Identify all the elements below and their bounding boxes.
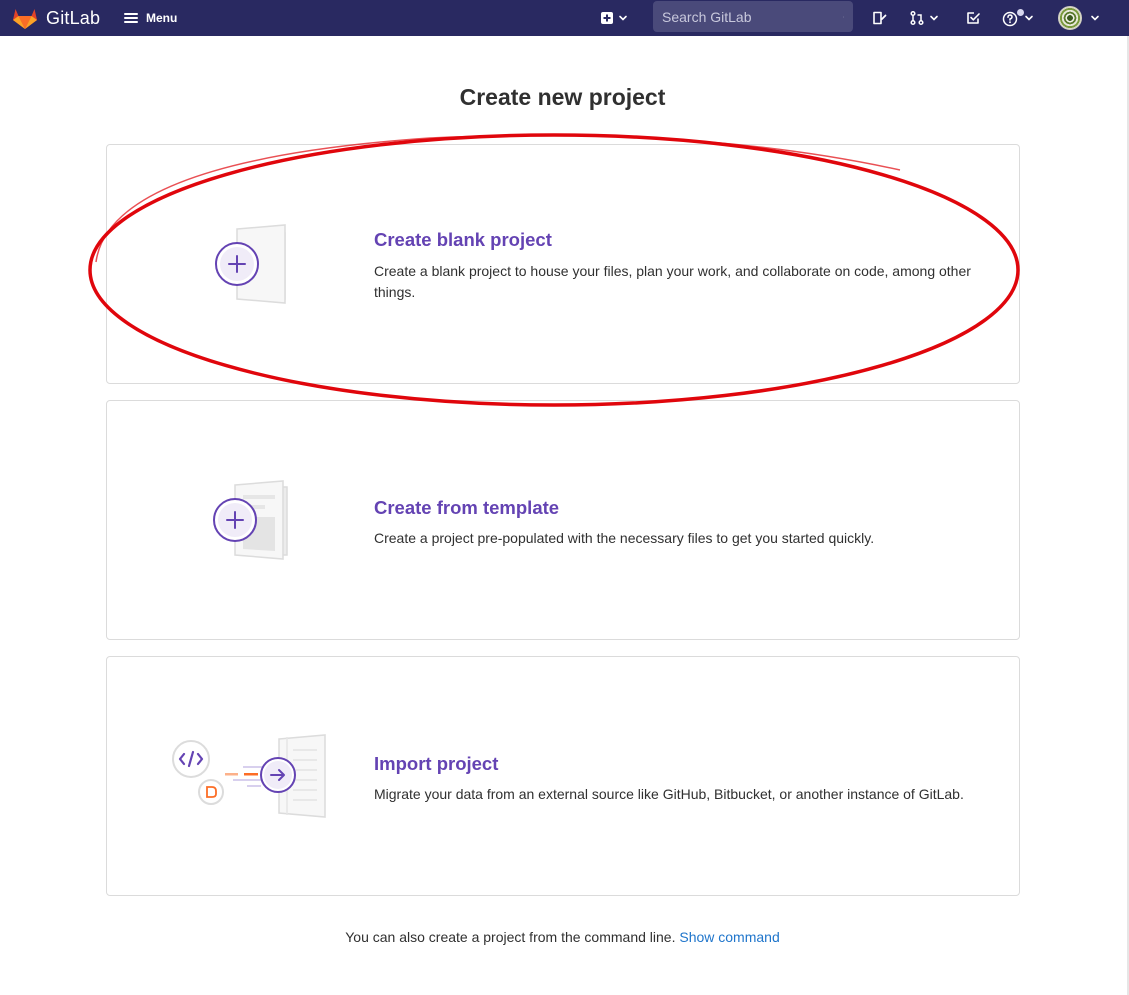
brand-name: GitLab xyxy=(46,7,101,28)
chevron-down-icon xyxy=(930,15,938,21)
chevron-down-icon xyxy=(1025,15,1033,21)
notification-dot xyxy=(1017,9,1024,16)
new-dropdown-button[interactable] xyxy=(600,6,628,30)
avatar xyxy=(1058,6,1082,30)
help-button[interactable] xyxy=(1002,6,1034,30)
blank-project-illustration-icon xyxy=(215,224,286,304)
search-icon xyxy=(843,16,844,17)
menu-button[interactable]: Menu xyxy=(124,7,177,29)
plus-square-icon xyxy=(601,12,613,24)
search-box[interactable] xyxy=(653,1,853,32)
page-title: Create new project xyxy=(459,84,666,110)
chevron-down-icon xyxy=(619,15,627,21)
gitlab-home-link[interactable]: GitLab xyxy=(12,3,100,33)
import-project-illustration-icon xyxy=(172,734,326,818)
gitlab-tanuki-icon xyxy=(13,9,37,29)
create-blank-project-description: Create a blank project to house your fil… xyxy=(374,263,971,300)
template-project-illustration-icon xyxy=(213,480,288,560)
create-blank-project-title: Create blank project xyxy=(374,229,552,250)
import-project-title: Import project xyxy=(374,753,499,774)
hamburger-icon xyxy=(124,13,138,23)
issues-icon xyxy=(873,11,887,25)
create-from-template-panel[interactable]: Create from template Create a project pr… xyxy=(106,400,1020,640)
import-project-panel[interactable]: Import project Migrate your data from an… xyxy=(106,656,1020,896)
create-blank-project-panel[interactable]: Create blank project Create a blank proj… xyxy=(106,144,1020,384)
chevron-down-icon xyxy=(1091,15,1099,21)
todo-icon xyxy=(967,12,980,24)
command-line-hint-text: You can also create a project from the c… xyxy=(345,929,676,945)
create-from-template-description: Create a project pre-populated with the … xyxy=(374,530,875,546)
menu-label: Menu xyxy=(146,11,178,25)
todos-button[interactable] xyxy=(965,6,981,30)
create-from-template-title: Create from template xyxy=(374,497,560,518)
issues-button[interactable] xyxy=(871,6,887,30)
merge-requests-button[interactable] xyxy=(909,6,939,30)
show-command-link[interactable]: Show command xyxy=(679,929,779,945)
top-navbar: GitLab Menu xyxy=(0,0,1129,36)
command-line-hint: You can also create a project from the c… xyxy=(0,929,1125,945)
merge-request-icon xyxy=(910,10,924,26)
search-input[interactable] xyxy=(662,8,843,25)
user-menu-button[interactable] xyxy=(1058,6,1100,30)
import-project-description: Migrate your data from an external sourc… xyxy=(374,786,964,802)
